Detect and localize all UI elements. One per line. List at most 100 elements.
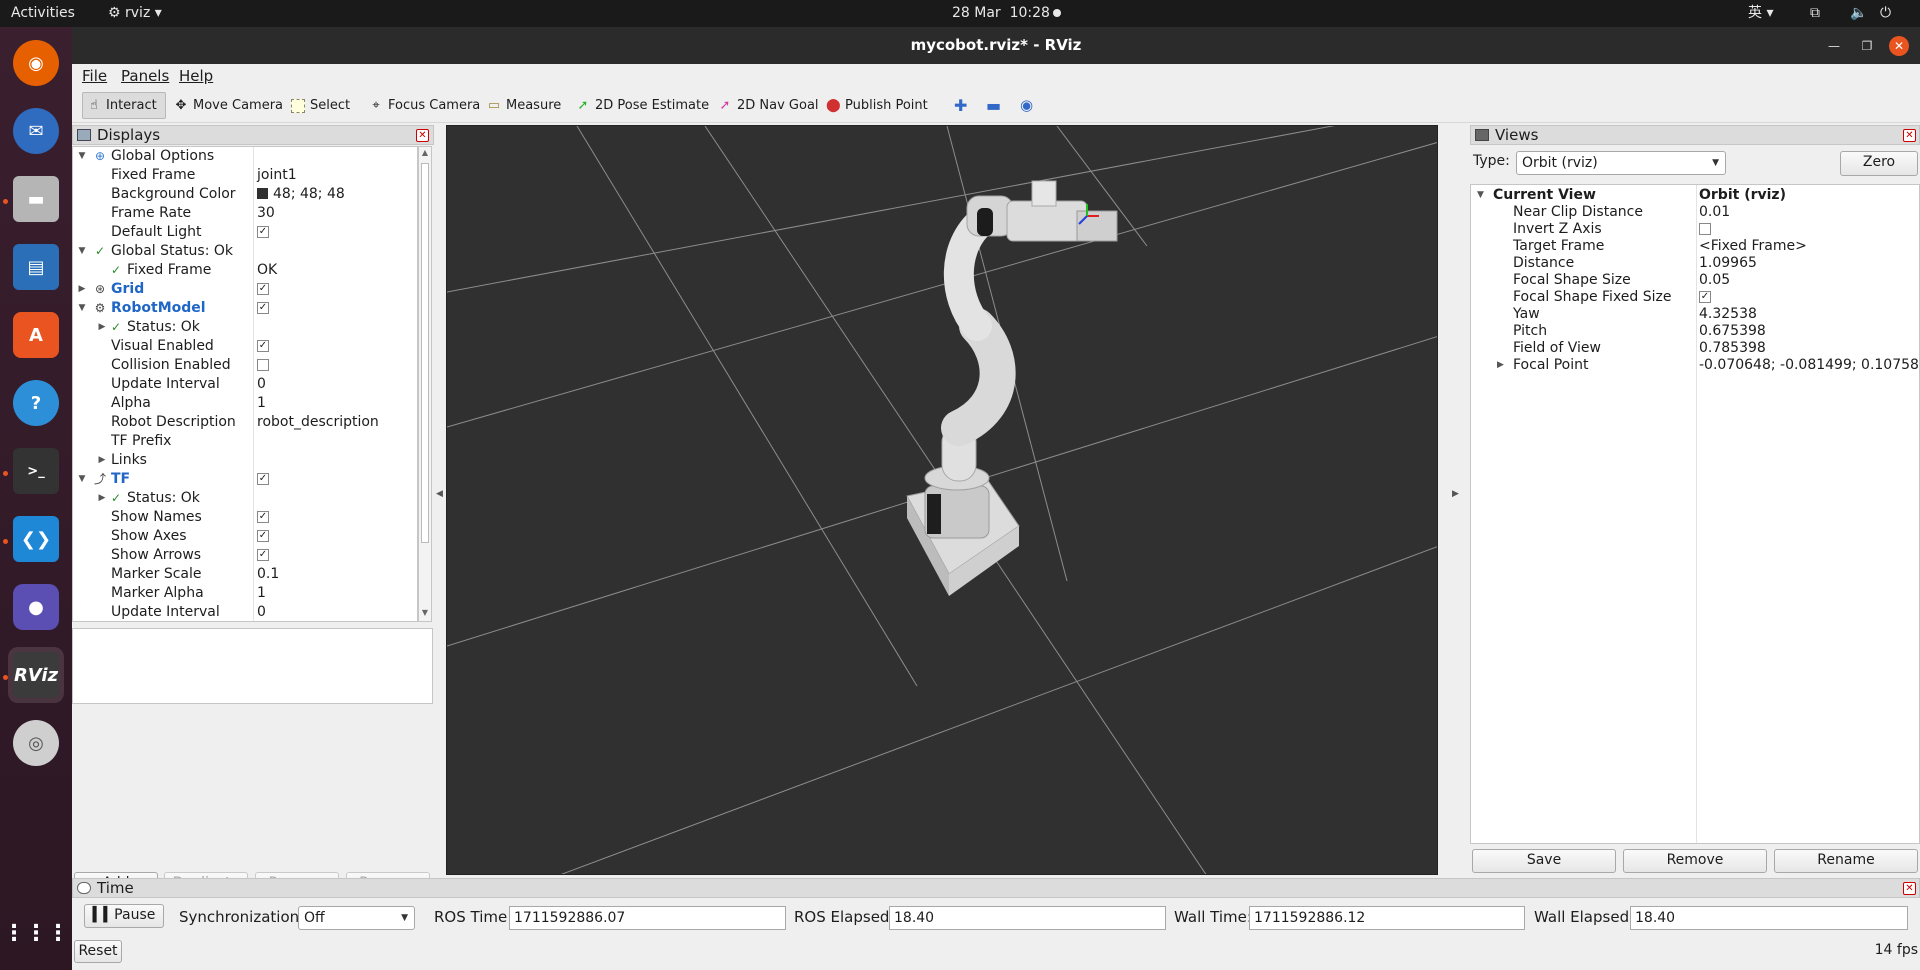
expand-arrow-icon[interactable]: ▶: [97, 318, 107, 337]
dock-terminal[interactable]: >_: [8, 443, 64, 499]
row-value[interactable]: 0.05: [1699, 272, 1730, 289]
view-row[interactable]: Target Frame <Fixed Frame>: [1471, 238, 1919, 255]
measure-tool[interactable]: ▭ Measure: [483, 92, 561, 119]
tree-row[interactable]: Collision Enabled: [73, 356, 417, 375]
checkbox-checked[interactable]: ✓: [1699, 291, 1711, 303]
menu-help[interactable]: Help: [179, 67, 213, 85]
dock-vscode[interactable]: ❮❯: [8, 511, 64, 567]
tree-row[interactable]: Show Arrows ✓: [73, 546, 417, 565]
collapse-left-icon[interactable]: ◀: [436, 489, 443, 499]
rename-view-button[interactable]: Rename: [1774, 849, 1918, 873]
row-value[interactable]: 0: [257, 375, 266, 394]
sync-select[interactable]: Off ▼: [298, 906, 415, 930]
collapse-arrow-icon[interactable]: ▼: [77, 470, 87, 489]
checkbox-checked[interactable]: ✓: [257, 340, 269, 352]
view-row[interactable]: Field of View 0.785398: [1471, 340, 1919, 357]
collapse-arrow-icon[interactable]: ▼: [77, 147, 87, 166]
scrollbar-thumb[interactable]: [421, 163, 429, 543]
tree-row[interactable]: ▼ ⤴ TF ✓: [73, 470, 417, 489]
expand-arrow-icon[interactable]: ▶: [77, 280, 87, 299]
view-options-button[interactable]: ◉: [1016, 92, 1033, 119]
checkbox-checked[interactable]: ✓: [257, 530, 269, 542]
maximize-button[interactable]: ❐: [1857, 36, 1877, 56]
row-value[interactable]: 30: [257, 204, 275, 223]
close-icon[interactable]: ✕: [1903, 129, 1916, 142]
network-icon[interactable]: ⧉: [1810, 0, 1820, 27]
ros-elapsed-field[interactable]: 18.40: [889, 906, 1166, 930]
checkbox-checked[interactable]: ✓: [257, 283, 269, 295]
checkbox-unchecked[interactable]: [1699, 223, 1711, 235]
checkbox-unchecked[interactable]: [257, 359, 269, 371]
tree-row[interactable]: Default Light ✓: [73, 223, 417, 242]
clock[interactable]: 28 Mar 10:28: [952, 0, 1050, 27]
render-viewport[interactable]: [446, 125, 1438, 875]
tree-row[interactable]: ▼ ⊕ Global Options: [73, 147, 417, 166]
save-button[interactable]: Save: [1472, 849, 1616, 873]
remove-view-button[interactable]: Remove: [1623, 849, 1767, 873]
dock-files[interactable]: ▬: [8, 171, 64, 227]
row-value[interactable]: 48; 48; 48: [257, 185, 345, 204]
scroll-up-icon[interactable]: ▲: [419, 148, 431, 157]
tree-row[interactable]: Visual Enabled ✓: [73, 337, 417, 356]
view-row[interactable]: ▶ Focal Point -0.070648; -0.081499; 0.1075…: [1471, 357, 1919, 374]
checkbox-checked[interactable]: ✓: [257, 473, 269, 485]
dock-firefox[interactable]: ◉: [8, 35, 64, 91]
dock-thunderbird[interactable]: ✉: [8, 103, 64, 159]
nav-goal-tool[interactable]: ➚ 2D Nav Goal: [714, 92, 819, 119]
tree-row[interactable]: TF Prefix: [73, 432, 417, 451]
row-value[interactable]: 1.09965: [1699, 255, 1757, 272]
tree-row[interactable]: Fixed Frame joint1: [73, 166, 417, 185]
select-tool[interactable]: Select: [287, 92, 350, 119]
collapse-arrow-icon[interactable]: ▼: [1477, 187, 1484, 204]
dock-rviz[interactable]: RViz: [8, 647, 64, 703]
tree-row[interactable]: Marker Scale 0.1: [73, 565, 417, 584]
row-value[interactable]: 0: [257, 603, 266, 621]
view-row[interactable]: Focal Shape Fixed Size ✓: [1471, 289, 1919, 306]
pause-button[interactable]: ▍▍Pause: [84, 904, 164, 928]
tree-row[interactable]: ▶ ⊛ Grid ✓: [73, 280, 417, 299]
dock-impress[interactable]: ▤: [8, 239, 64, 295]
row-value[interactable]: 0.01: [1699, 204, 1730, 221]
add-tool-button[interactable]: ✚: [950, 92, 967, 119]
views-header[interactable]: Views ✕: [1470, 125, 1920, 145]
tree-row[interactable]: ▶ ✓ Status: Ok: [73, 489, 417, 508]
expand-arrow-icon[interactable]: ▶: [97, 489, 107, 508]
row-value[interactable]: 0.785398: [1699, 340, 1766, 357]
focus-camera-tool[interactable]: ⌖ Focus Camera: [365, 92, 480, 119]
pose-estimate-tool[interactable]: ➚ 2D Pose Estimate: [572, 92, 710, 119]
close-icon[interactable]: ✕: [416, 129, 429, 142]
row-value[interactable]: -0.070648; -0.081499; 0.10758: [1699, 357, 1919, 374]
tree-row[interactable]: ▼ ⚙ RobotModel ✓: [73, 299, 417, 318]
wall-time-field[interactable]: 1711592886.12: [1249, 906, 1525, 930]
move-camera-tool[interactable]: ✥ Move Camera: [170, 92, 283, 119]
dock-dvd[interactable]: ◎: [8, 715, 64, 771]
tree-row[interactable]: Show Axes ✓: [73, 527, 417, 546]
tree-row[interactable]: ▶ ✓ Status: Ok: [73, 318, 417, 337]
menu-panels[interactable]: Panels: [121, 67, 169, 85]
checkbox-checked[interactable]: ✓: [257, 302, 269, 314]
tree-row[interactable]: Show Names ✓: [73, 508, 417, 527]
checkbox-checked[interactable]: ✓: [257, 549, 269, 561]
row-value[interactable]: 0.1: [257, 565, 279, 584]
tree-row[interactable]: Update Interval 0: [73, 375, 417, 394]
checkbox-checked[interactable]: ✓: [257, 226, 269, 238]
row-value[interactable]: joint1: [257, 166, 297, 185]
show-apps-button[interactable]: ⋮⋮⋮: [3, 905, 69, 961]
tree-row[interactable]: ✓ Fixed Frame OK: [73, 261, 417, 280]
tree-row[interactable]: Marker Alpha 1: [73, 584, 417, 603]
expand-arrow-icon[interactable]: ▶: [97, 451, 107, 470]
close-icon[interactable]: ✕: [1903, 882, 1916, 895]
row-value[interactable]: 0.675398: [1699, 323, 1766, 340]
displays-scrollbar[interactable]: ▲ ▼: [418, 146, 432, 622]
view-row[interactable]: Near Clip Distance 0.01: [1471, 204, 1919, 221]
checkbox-checked[interactable]: ✓: [257, 511, 269, 523]
input-method-indicator[interactable]: 英 ▾: [1748, 0, 1773, 27]
app-menu[interactable]: ⚙ rviz ▾: [108, 0, 162, 27]
tree-row[interactable]: Alpha 1: [73, 394, 417, 413]
activities-button[interactable]: Activities: [11, 0, 75, 27]
view-row[interactable]: Invert Z Axis: [1471, 221, 1919, 238]
tree-row[interactable]: ▶ Links: [73, 451, 417, 470]
collapse-arrow-icon[interactable]: ▼: [77, 242, 87, 261]
power-icon[interactable]: ⏻: [1880, 0, 1891, 27]
collapse-right-icon[interactable]: ▶: [1452, 489, 1459, 499]
